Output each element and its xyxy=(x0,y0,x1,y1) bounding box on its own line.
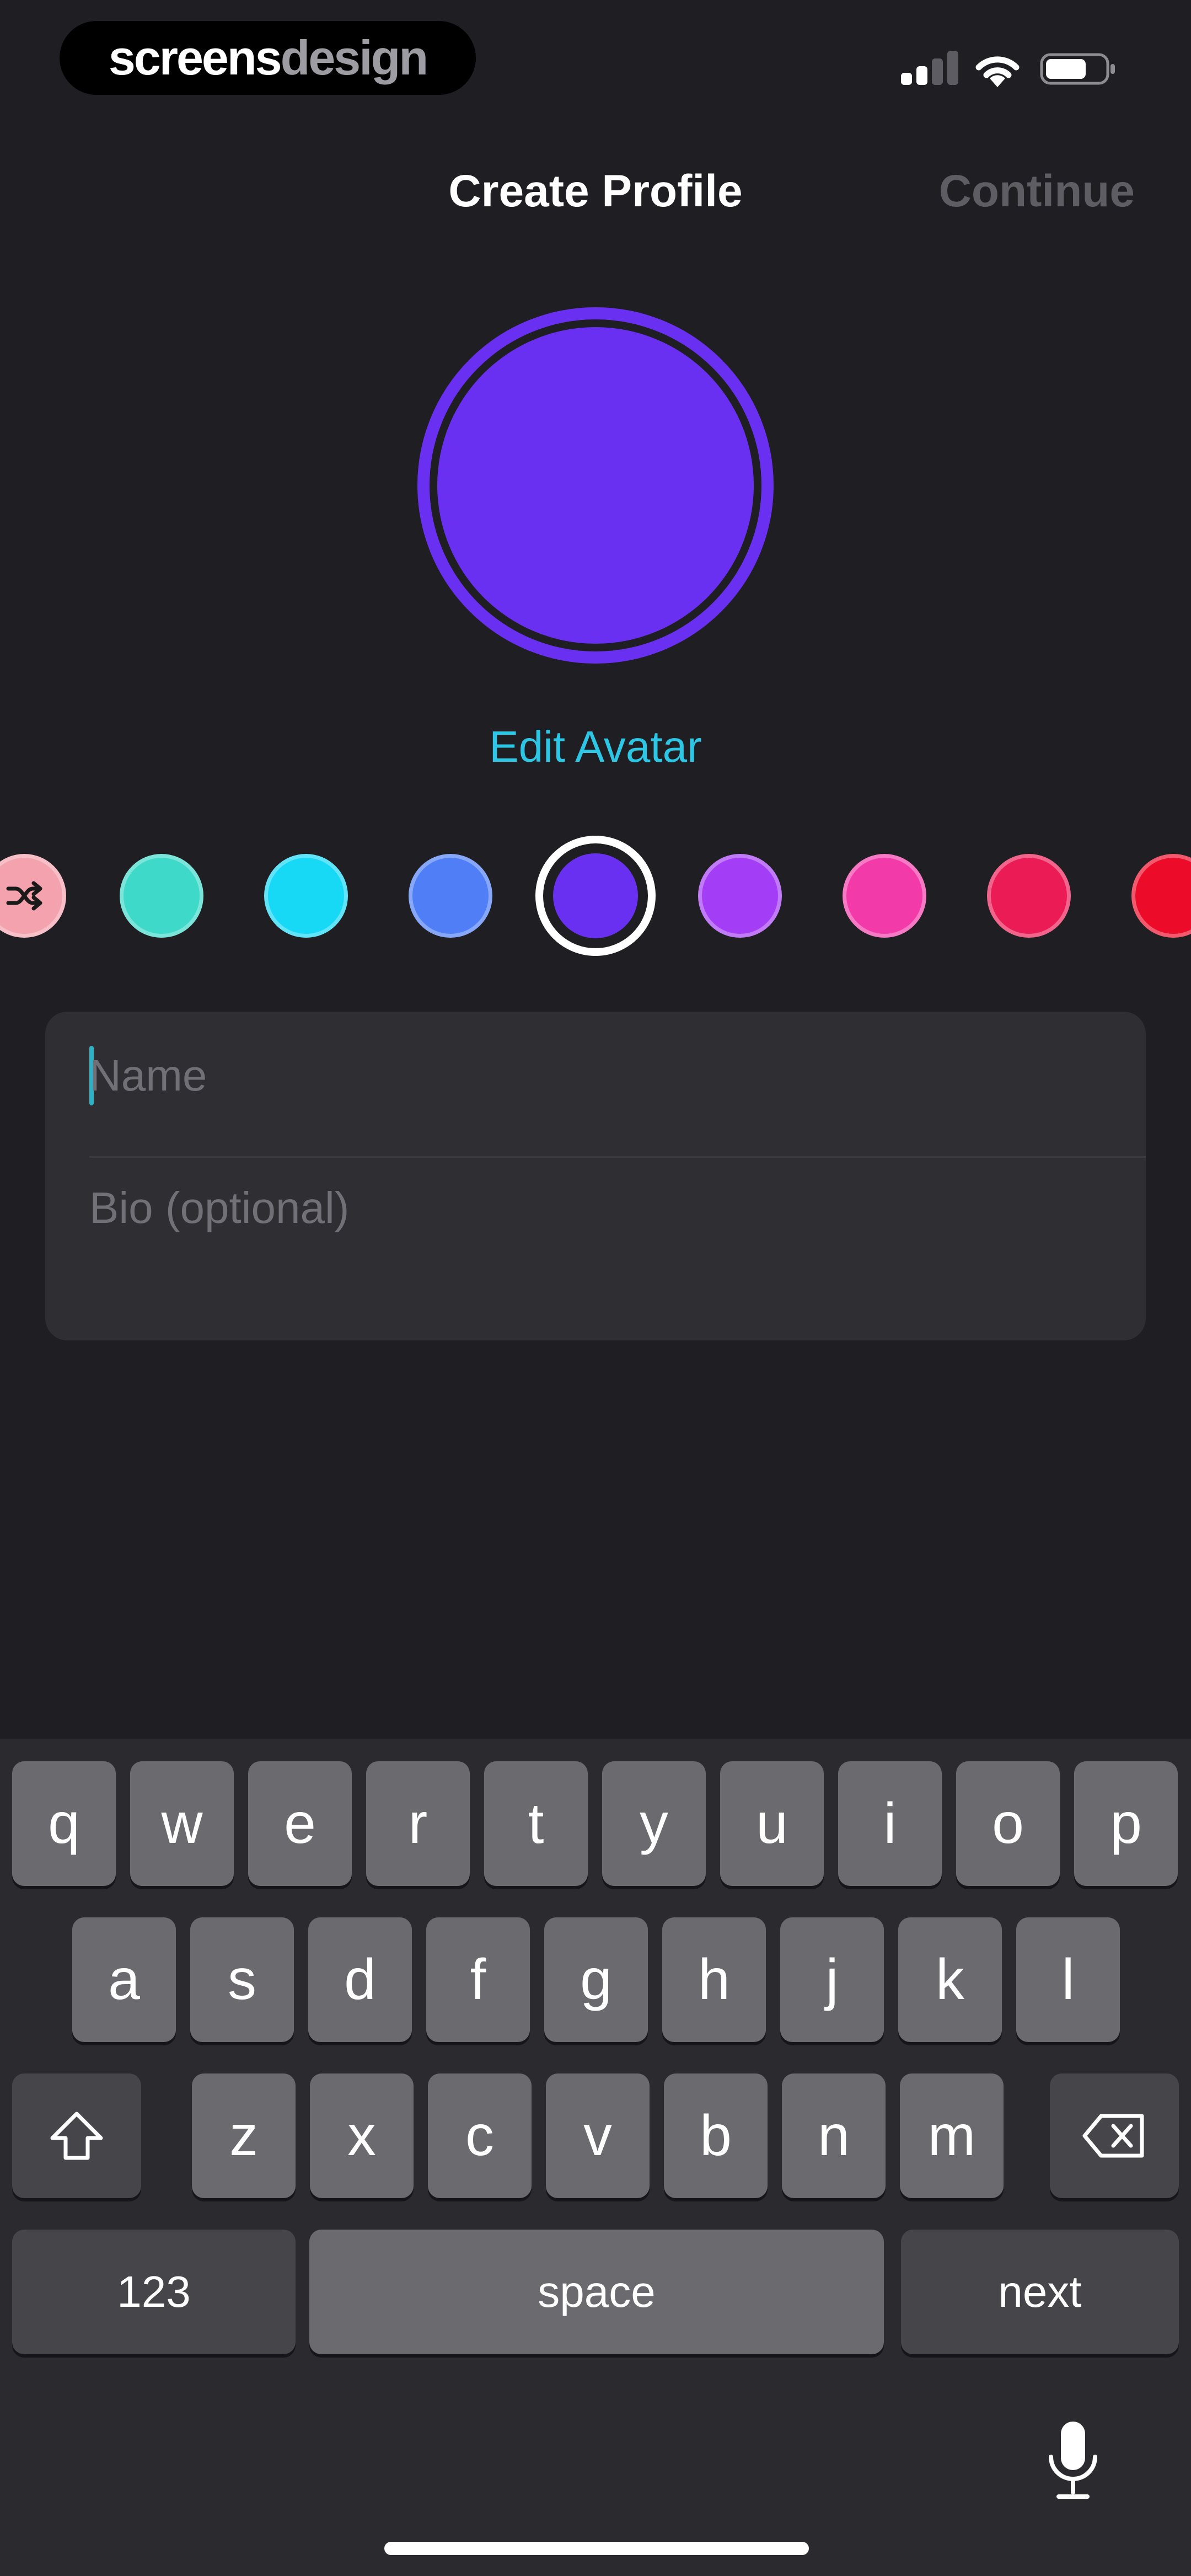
color-swatch-cyan[interactable] xyxy=(264,854,348,938)
key-m[interactable]: m xyxy=(900,2073,1004,2198)
next-key[interactable]: next xyxy=(901,2230,1179,2354)
delete-icon xyxy=(1082,2114,1144,2158)
key-k[interactable]: k xyxy=(898,1917,1002,2042)
color-swatch-pink[interactable] xyxy=(843,854,926,938)
key-r[interactable]: r xyxy=(366,1761,470,1886)
battery-icon xyxy=(1040,53,1115,85)
space-key[interactable]: space xyxy=(309,2230,884,2354)
key-j[interactable]: j xyxy=(780,1917,884,2042)
shuffle-color-button[interactable] xyxy=(0,854,66,938)
key-f[interactable]: f xyxy=(426,1917,530,2042)
brand-text-design: design xyxy=(280,30,429,85)
color-swatch-purple[interactable] xyxy=(698,854,782,938)
color-swatch-red[interactable] xyxy=(1131,854,1191,938)
key-u[interactable]: u xyxy=(720,1761,824,1886)
profile-form: Name Bio (optional) xyxy=(45,1012,1146,1340)
microphone-icon[interactable] xyxy=(1047,2419,1099,2502)
key-x[interactable]: x xyxy=(310,2073,414,2198)
key-b[interactable]: b xyxy=(664,2073,768,2198)
selected-color-fill xyxy=(553,853,638,938)
key-l[interactable]: l xyxy=(1016,1917,1120,2042)
name-field[interactable]: Name xyxy=(89,1050,207,1101)
key-d[interactable]: d xyxy=(308,1917,412,2042)
key-p[interactable]: p xyxy=(1074,1761,1178,1886)
key-c[interactable]: c xyxy=(428,2073,532,2198)
wifi-icon xyxy=(975,56,1020,87)
numbers-key[interactable]: 123 xyxy=(12,2230,296,2354)
key-q[interactable]: q xyxy=(12,1761,116,1886)
color-swatch-crimson[interactable] xyxy=(987,854,1071,938)
cellular-signal-icon xyxy=(901,51,959,85)
key-n[interactable]: n xyxy=(782,2073,886,2198)
form-divider xyxy=(89,1156,1146,1158)
key-e[interactable]: e xyxy=(248,1761,352,1886)
key-z[interactable]: z xyxy=(192,2073,296,2198)
status-bar: screens design xyxy=(0,0,1191,116)
key-a[interactable]: a xyxy=(72,1917,176,2042)
delete-key[interactable] xyxy=(1050,2073,1179,2198)
brand-text-screens: screens xyxy=(108,30,282,85)
key-w[interactable]: w xyxy=(130,1761,234,1886)
color-swatch-blue[interactable] xyxy=(409,854,492,938)
key-h[interactable]: h xyxy=(662,1917,766,2042)
brand-logo: screens design xyxy=(60,21,476,95)
color-picker-row xyxy=(0,833,1191,956)
key-g[interactable]: g xyxy=(544,1917,648,2042)
shift-key[interactable] xyxy=(12,2073,141,2198)
shift-icon xyxy=(50,2112,103,2160)
color-swatch-teal[interactable] xyxy=(120,854,203,938)
key-y[interactable]: y xyxy=(602,1761,706,1886)
key-o[interactable]: o xyxy=(956,1761,1060,1886)
edit-avatar-button[interactable]: Edit Avatar xyxy=(0,722,1191,772)
shuffle-icon xyxy=(6,881,42,911)
key-i[interactable]: i xyxy=(838,1761,942,1886)
color-swatch-indigo-selected[interactable] xyxy=(535,836,656,956)
avatar-preview[interactable] xyxy=(417,307,774,664)
key-v[interactable]: v xyxy=(546,2073,650,2198)
avatar-circle xyxy=(437,327,754,644)
home-indicator[interactable] xyxy=(384,2542,809,2555)
key-s[interactable]: s xyxy=(190,1917,294,2042)
continue-button[interactable]: Continue xyxy=(939,165,1135,217)
bio-field[interactable]: Bio (optional) xyxy=(89,1183,349,1233)
key-t[interactable]: t xyxy=(484,1761,588,1886)
